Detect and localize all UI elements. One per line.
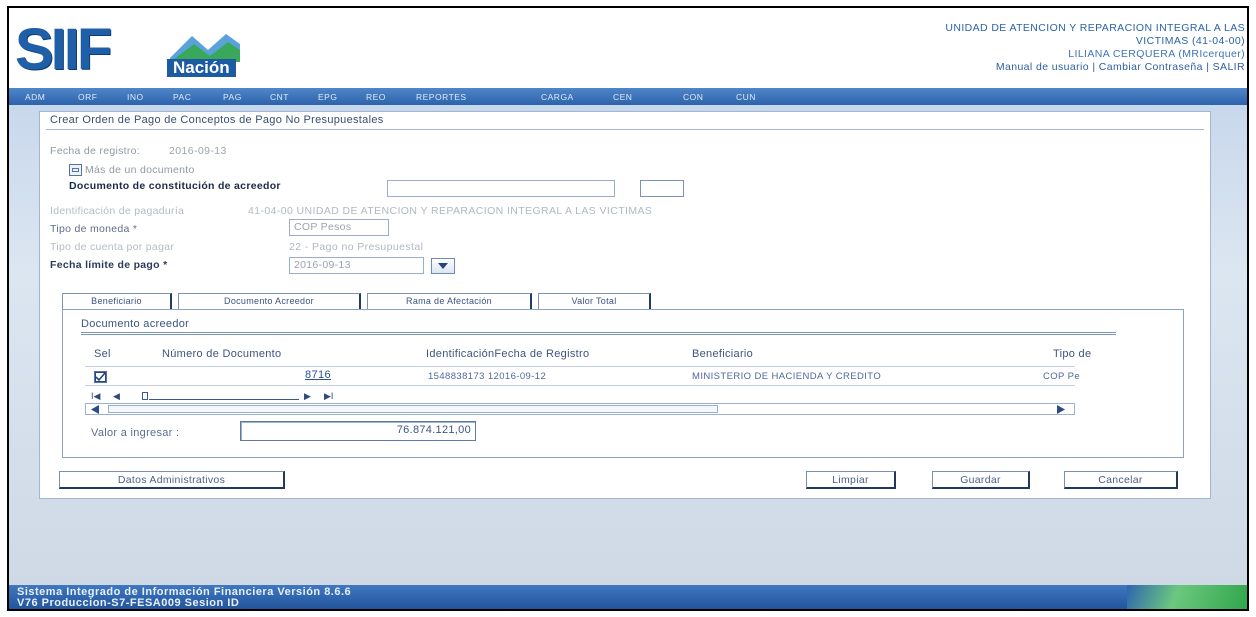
footer-info: Sistema Integrado de Información Financi…: [17, 587, 351, 609]
entity-code: VICTIMAS (41-04-00): [1135, 35, 1245, 47]
column-header-sel: Sel: [94, 348, 111, 360]
column-header-tipo: Tipo de: [1053, 348, 1092, 360]
identificacion-pagaduria-label: Identificación de pagaduría: [50, 205, 185, 217]
form-panel: Crear Orden de Pago de Conceptos de Pago…: [39, 111, 1211, 499]
identificacion-pagaduria-value: 41-04-00 UNIDAD DE ATENCION Y REPARACION…: [248, 205, 653, 217]
page-title: Crear Orden de Pago de Conceptos de Pago…: [50, 114, 384, 126]
fecha-registro-value: 2016-09-13: [169, 145, 227, 157]
tab-content: Documento acreedor Sel Número de Documen…: [62, 309, 1184, 458]
change-password-link[interactable]: Cambiar Contraseña: [1099, 61, 1203, 73]
user-name: LILIANA CERQUERA (MRIcerquer): [1068, 48, 1245, 60]
identificacion-fecha-cell: 1548838173 12016-09-12: [428, 371, 547, 382]
date-picker-button[interactable]: [431, 258, 455, 274]
menu-item-pac[interactable]: PAC: [173, 92, 191, 102]
logout-link[interactable]: SALIR: [1213, 61, 1245, 73]
numero-documento-link[interactable]: 8716: [305, 369, 331, 381]
pager-prev-button[interactable]: ◀: [113, 391, 120, 402]
header-links: Manual de usuario | Cambiar Contraseña |…: [945, 61, 1245, 74]
row-select-checkbox[interactable]: [94, 371, 107, 383]
tab-rama-afectacion[interactable]: Rama de Afectación: [367, 293, 532, 310]
menu-item-cun[interactable]: CUN: [736, 92, 756, 102]
menu-item-carga[interactable]: CARGA: [541, 92, 574, 102]
menu-item-cnt[interactable]: CNT: [270, 92, 289, 102]
chevron-down-icon: [438, 263, 448, 269]
row-divider: [85, 385, 1075, 386]
mas-documento-checkbox[interactable]: [69, 164, 82, 176]
pager-thumb[interactable]: [142, 392, 148, 400]
checkmark-icon: [95, 372, 106, 382]
pager-track: [149, 399, 299, 400]
session-id: V76 Produccion-S7-FESA009 Sesion ID: [17, 597, 240, 609]
tipo-cell: COP Pe: [1043, 371, 1081, 382]
scroll-right-icon[interactable]: [1056, 405, 1066, 414]
tipo-moneda-field[interactable]: COP Pesos: [289, 219, 389, 236]
menu-item-reportes[interactable]: REPORTES: [416, 92, 467, 102]
logo-subtitle: Nación: [167, 59, 236, 77]
footer-decoration: [1127, 585, 1247, 609]
manual-link[interactable]: Manual de usuario: [996, 61, 1089, 73]
datos-administrativos-button[interactable]: Datos Administrativos: [59, 471, 285, 489]
mas-documento-label: Más de un documento: [85, 164, 195, 176]
pager-first-button[interactable]: I◀: [91, 391, 100, 402]
menu-item-adm[interactable]: ADM: [25, 92, 45, 102]
section-divider: [81, 332, 1116, 335]
fecha-registro-label: Fecha de registro:: [50, 145, 141, 157]
menu-item-ino[interactable]: INO: [127, 92, 144, 102]
tab-documento-acreedor[interactable]: Documento Acreedor: [178, 293, 361, 310]
column-header-identificacion-fecha: IdentificaciónFecha de Registro: [426, 348, 590, 360]
tab-valor-total[interactable]: Valor Total: [538, 293, 651, 310]
pager-last-button[interactable]: ▶I: [324, 391, 333, 402]
column-header-beneficiario: Beneficiario: [692, 348, 754, 360]
tipo-moneda-label: Tipo de moneda *: [50, 223, 138, 235]
status-bar: Sistema Integrado de Información Financi…: [9, 585, 1247, 609]
documento-acreedor-section: Documento acreedor: [81, 318, 1116, 342]
scrollbar-thumb[interactable]: [108, 405, 718, 413]
tab-beneficiario[interactable]: Beneficiario: [62, 293, 172, 310]
menu-item-con[interactable]: CON: [683, 92, 703, 102]
tipo-cuenta-value: 22 - Pago no Presupuestal: [289, 241, 424, 253]
column-header-numero: Número de Documento: [162, 348, 282, 360]
tipo-cuenta-label: Tipo de cuenta por pagar: [50, 241, 175, 253]
link-separator: |: [1089, 61, 1099, 73]
menu-item-epg[interactable]: EPG: [318, 92, 337, 102]
scroll-left-icon[interactable]: [90, 405, 100, 414]
header-divider: [85, 366, 1075, 367]
pager-next-button[interactable]: ▶: [304, 391, 311, 402]
siif-logo: SIIF Nación: [15, 17, 245, 82]
doc-constitucion-input[interactable]: [387, 180, 615, 197]
content-area: Crear Orden de Pago de Conceptos de Pago…: [9, 105, 1247, 585]
section-title: Documento acreedor: [81, 318, 190, 330]
main-menu: ADM ORF INO PAC PAG CNT EPG REO REPORTES…: [9, 88, 1247, 105]
menu-item-reo[interactable]: REO: [366, 92, 386, 102]
app-window: SIIF Nación UNIDAD DE ATENCION Y REPARAC…: [7, 6, 1249, 611]
doc-constitucion-label: Documento de constitución de acreedor: [69, 180, 281, 192]
session-info: UNIDAD DE ATENCION Y REPARACION INTEGRAL…: [945, 22, 1245, 74]
fecha-limite-input[interactable]: 2016-09-13: [289, 257, 424, 274]
doc-lookup-button[interactable]: [640, 180, 684, 197]
entity-name: UNIDAD DE ATENCION Y REPARACION INTEGRAL…: [945, 22, 1245, 34]
horizontal-scrollbar[interactable]: [85, 403, 1075, 415]
limpiar-button[interactable]: Limpiar: [806, 471, 896, 489]
link-separator: |: [1202, 61, 1213, 73]
beneficiario-cell: MINISTERIO DE HACIENDA Y CREDITO: [692, 371, 882, 382]
valor-ingresar-input[interactable]: 76.874.121,00: [240, 421, 476, 441]
header: SIIF Nación UNIDAD DE ATENCION Y REPARAC…: [9, 8, 1247, 88]
menu-item-pag[interactable]: PAG: [223, 92, 242, 102]
menu-item-orf[interactable]: ORF: [78, 92, 97, 102]
guardar-button[interactable]: Guardar: [932, 471, 1030, 489]
title-divider: [46, 129, 1204, 130]
logo-text: SIIF: [15, 17, 112, 82]
cancelar-button[interactable]: Cancelar: [1064, 471, 1178, 489]
fecha-limite-label: Fecha límite de pago *: [50, 259, 168, 271]
menu-item-cen[interactable]: CEN: [613, 92, 632, 102]
valor-ingresar-label: Valor a ingresar :: [91, 427, 180, 439]
